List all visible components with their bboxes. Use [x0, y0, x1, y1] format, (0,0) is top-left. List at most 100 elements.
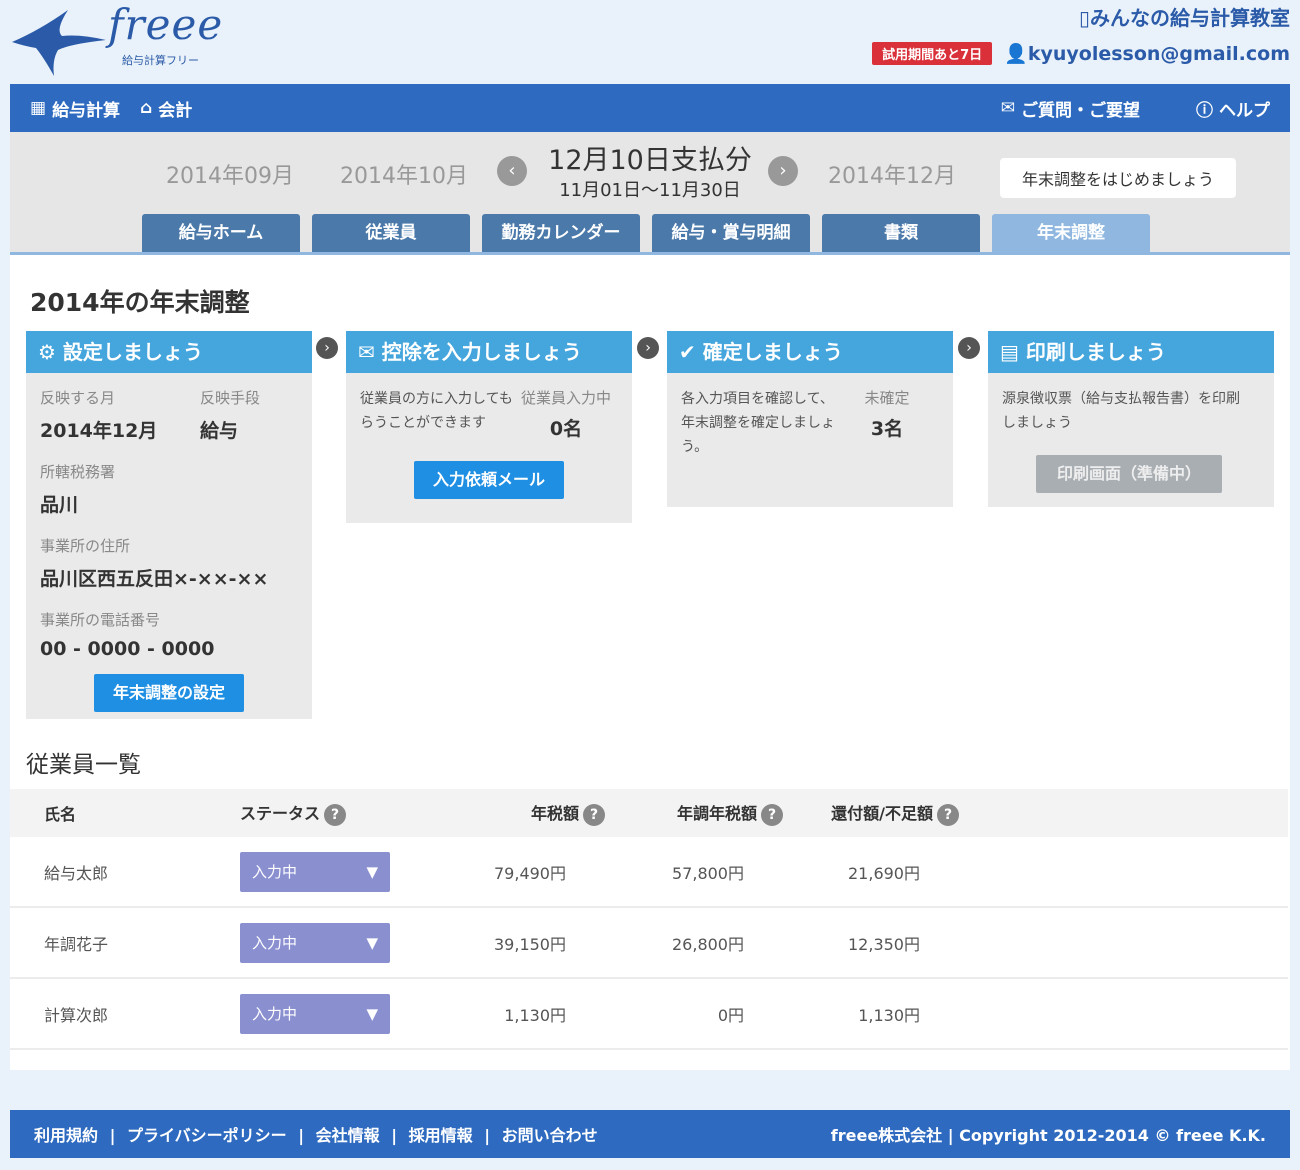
- table-header: 氏名 ステータス? 年税額? 年調年税額? 還付額/不足額?: [10, 789, 1288, 837]
- tax-office-value: 品川: [40, 494, 79, 516]
- employee-list-title: 従業員一覧: [26, 752, 141, 778]
- status-dropdown[interactable]: 入力中 ▼: [240, 922, 390, 963]
- month-link-next[interactable]: 2014年12月: [828, 158, 956, 190]
- reflect-month-label: 反映する月: [40, 389, 116, 407]
- info-icon: ⓘ: [1196, 100, 1213, 121]
- year-end-settings-button[interactable]: 年末調整の設定: [94, 674, 244, 712]
- nav-accounting[interactable]: ⌂ 会計: [120, 96, 192, 121]
- table-row[interactable]: 給与太郎 入力中 ▼ 79,490円 57,800円 21,690円: [10, 837, 1288, 908]
- confirm-description: 各入力項目を確認して、年末調整を確定しましょう。: [681, 391, 835, 455]
- footer-link-careers[interactable]: 採用情報: [409, 1126, 473, 1145]
- footer-link-contact[interactable]: お問い合わせ: [502, 1126, 598, 1145]
- reflect-method-label: 反映手段: [200, 389, 261, 407]
- office-phone-value: 00 - 0000 - 0000: [40, 638, 215, 660]
- envelope-icon: ✉: [358, 340, 382, 364]
- status-dropdown[interactable]: 入力中 ▼: [240, 993, 390, 1034]
- reflect-method-value: 給与: [200, 420, 239, 442]
- user-icon: 👤: [1004, 43, 1028, 65]
- table-row[interactable]: 計算次郎 入力中 ▼ 1,130円 0円 1,130円: [10, 979, 1288, 1050]
- tab-payslips[interactable]: 給与・賞与明細: [652, 214, 810, 252]
- nav-feedback[interactable]: ✉ ご質問・ご要望: [981, 96, 1140, 121]
- step-arrow-icon: ›: [637, 337, 659, 359]
- month-link-prev2[interactable]: 2014年09月: [166, 158, 294, 190]
- gear-icon: ⚙: [38, 340, 63, 364]
- page-title: 2014年の年末調整: [30, 288, 250, 317]
- employee-name[interactable]: 年調花子: [10, 931, 240, 955]
- swallow-icon: [12, 10, 106, 76]
- caret-down-icon: ▼: [366, 933, 378, 952]
- deduction-card: ✉ 控除を入力しましょう 従業員の方に入力してもらうことができます 従業員入力中…: [346, 331, 632, 523]
- annual-tax: 1,130円: [504, 1005, 566, 1025]
- adjusted-tax: 26,800円: [672, 934, 744, 954]
- col-annual-tax: 年税額?: [470, 800, 605, 826]
- employee-name[interactable]: 給与太郎: [10, 860, 240, 884]
- col-name: 氏名: [44, 805, 77, 824]
- employee-input-label: 従業員入力中: [520, 389, 611, 407]
- building-icon: ⌂: [140, 98, 153, 118]
- help-icon[interactable]: ?: [761, 803, 783, 826]
- refund-amount: 12,350円: [848, 934, 920, 954]
- col-adjusted-tax: 年調年税額?: [605, 800, 783, 826]
- main-tabs: 給与ホーム 従業員 勤務カレンダー 給与・賞与明細 書類 年末調整: [142, 214, 1150, 252]
- status-dropdown[interactable]: 入力中 ▼: [240, 851, 390, 892]
- unconfirmed-count: 3名: [870, 418, 904, 440]
- tab-employees[interactable]: 従業員: [312, 214, 470, 252]
- month-link-prev1[interactable]: 2014年10月: [340, 158, 468, 190]
- header-account: ▯みんなの給与計算教室 試用期間あと7日 👤kyuyolesson@gmail.…: [872, 4, 1290, 65]
- main-panel: 2014年の年末調整 ⚙ 設定しましょう 反映する月 2014年12月 反映手段…: [10, 252, 1290, 1070]
- adjusted-tax: 57,800円: [672, 863, 744, 883]
- help-icon[interactable]: ?: [583, 803, 605, 826]
- col-refund: 還付額/不足額?: [783, 800, 959, 826]
- tab-payroll-home[interactable]: 給与ホーム: [142, 214, 300, 252]
- tab-work-calendar[interactable]: 勤務カレンダー: [482, 214, 640, 252]
- help-icon[interactable]: ?: [937, 803, 959, 826]
- office-address-label: 事業所の住所: [40, 537, 131, 555]
- setup-card: ⚙ 設定しましょう 反映する月 2014年12月 反映手段 給与 所轄税務署 品…: [26, 331, 312, 719]
- help-icon[interactable]: ?: [324, 803, 347, 826]
- mail-icon: ✉: [1000, 98, 1015, 118]
- step-arrow-icon: ›: [958, 337, 980, 359]
- footer: 利用規約 | プライバシーポリシー | 会社情報 | 採用情報 | お問い合わせ…: [10, 1110, 1290, 1158]
- input-request-mail-button[interactable]: 入力依頼メール: [414, 461, 564, 499]
- tab-documents[interactable]: 書類: [822, 214, 980, 252]
- step-arrow-icon: ›: [316, 337, 338, 359]
- footer-link-terms[interactable]: 利用規約: [34, 1126, 98, 1145]
- table-row[interactable]: 年調花子 入力中 ▼ 39,150円 26,800円 12,350円: [10, 908, 1288, 979]
- current-payment-title: 12月10日支払分: [548, 145, 752, 176]
- print-card-header: ▤ 印刷しましょう: [988, 331, 1274, 373]
- print-screen-button[interactable]: 印刷画面（準備中）: [1036, 455, 1222, 493]
- col-status: ステータス?: [240, 800, 470, 826]
- trial-badge: 試用期間あと7日: [872, 42, 993, 65]
- footer-copyright: Copyright 2012-2014 © freee K.K.: [959, 1126, 1266, 1145]
- footer-copyright-block: freee株式会社 | Copyright 2012-2014 © freee …: [830, 1126, 1266, 1145]
- office-phone-label: 事業所の電話番号: [40, 611, 161, 629]
- next-period-arrow-icon[interactable]: ›: [768, 156, 798, 186]
- calendar-icon: ▦: [30, 98, 47, 118]
- annual-tax: 39,150円: [494, 934, 566, 954]
- footer-link-privacy[interactable]: プライバシーポリシー: [127, 1126, 287, 1145]
- print-card: ▤ 印刷しましょう 源泉徴収票（給与支払報告書）を印刷しましょう 印刷画面（準備…: [988, 331, 1274, 507]
- footer-link-company[interactable]: 会社情報: [316, 1126, 380, 1145]
- school-link[interactable]: ▯みんなの給与計算教室: [872, 4, 1290, 32]
- main-navbar: ▦ 給与計算 ⌂ 会計 ✉ ご質問・ご要望 ⓘ ヘルプ: [10, 84, 1290, 132]
- refund-amount: 1,130円: [858, 1005, 920, 1025]
- prev-period-arrow-icon[interactable]: ‹: [497, 156, 527, 186]
- document-icon: ▤: [1000, 340, 1026, 364]
- book-icon: ▯: [1078, 6, 1090, 30]
- footer-company[interactable]: freee株式会社: [831, 1126, 942, 1145]
- freee-logo[interactable]: freee 給与計算フリー: [10, 0, 250, 80]
- user-account-link[interactable]: 👤kyuyolesson@gmail.com: [1004, 42, 1290, 65]
- confirm-card: ✔ 確定しましょう 各入力項目を確認して、年末調整を確定しましょう。 未確定 3…: [667, 331, 953, 507]
- deduction-description: 従業員の方に入力してもらうことができます: [360, 391, 513, 431]
- caret-down-icon: ▼: [366, 1004, 378, 1023]
- period-selector: 2014年09月 2014年10月 ‹ 12月10日支払分 11月01日〜11月…: [10, 132, 1290, 252]
- print-description: 源泉徴収票（給与支払報告書）を印刷しましょう: [1002, 391, 1240, 431]
- footer-links: 利用規約 | プライバシーポリシー | 会社情報 | 採用情報 | お問い合わせ: [34, 1126, 598, 1145]
- reflect-month-value: 2014年12月: [40, 420, 158, 442]
- tab-year-end[interactable]: 年末調整: [992, 214, 1150, 252]
- adjusted-tax: 0円: [717, 1005, 744, 1025]
- nav-help[interactable]: ⓘ ヘルプ: [1176, 96, 1270, 121]
- employee-input-count: 0名: [549, 418, 583, 440]
- employee-name[interactable]: 計算次郎: [10, 1002, 240, 1026]
- nav-payroll[interactable]: ▦ 給与計算: [10, 96, 120, 121]
